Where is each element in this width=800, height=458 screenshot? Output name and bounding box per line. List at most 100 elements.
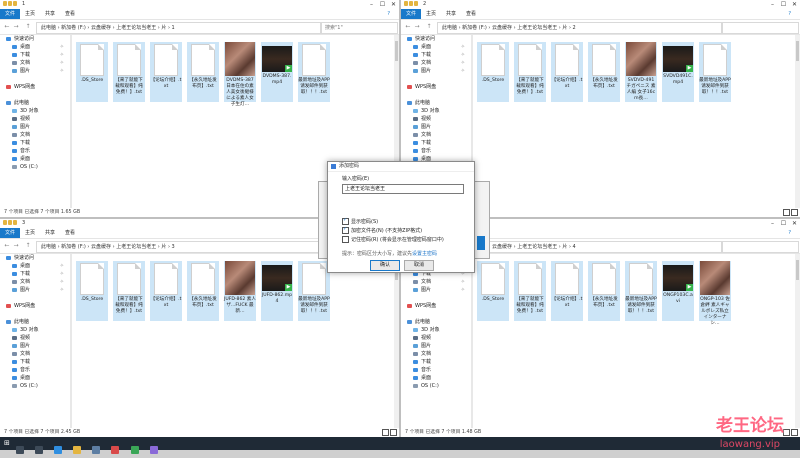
nav-item-2[interactable]: 下载 ✧ — [0, 270, 70, 278]
nav-item-13[interactable]: 下载 — [0, 139, 70, 147]
forward-arrow-icon[interactable]: → — [12, 22, 20, 32]
nav-item-8[interactable]: 此电脑 — [401, 99, 471, 107]
dialog-side-button[interactable] — [477, 236, 485, 250]
file-item[interactable]: SVDVD-491 チガペニス 素人編 女子16cm長… — [625, 42, 657, 102]
file-item[interactable]: 【论坛介绍】.txt — [150, 42, 182, 102]
nav-item-10[interactable]: 视频 — [401, 334, 471, 342]
nav-item-4[interactable]: 图片 ✧ — [401, 286, 471, 294]
set-master-password-link[interactable]: 设置主密码 — [412, 251, 437, 257]
nav-item-3[interactable]: 文档 ✧ — [401, 278, 471, 286]
nav-item-12[interactable]: 文档 — [0, 131, 70, 139]
details-view-icon[interactable] — [382, 429, 389, 436]
tab-2[interactable]: 共享 — [40, 9, 60, 19]
minimize-icon[interactable]: – — [767, 219, 778, 228]
tab-0[interactable]: 文件 — [0, 228, 21, 238]
folder-icon[interactable] — [13, 1, 17, 6]
nav-item-12[interactable]: 文档 — [0, 350, 70, 358]
minimize-icon[interactable]: – — [366, 0, 377, 9]
file-item[interactable]: .DS_Store — [76, 42, 108, 102]
minimize-icon[interactable]: – — [767, 0, 778, 9]
file-item[interactable]: ▶ SVDVD491C.mp4 — [662, 42, 694, 102]
cancel-button[interactable]: 取消 — [404, 260, 434, 271]
details-view-icon[interactable] — [783, 209, 790, 216]
nav-item-0[interactable]: 快速访问 — [401, 35, 471, 43]
nav-item-10[interactable]: 视频 — [0, 334, 70, 342]
address-bar[interactable]: 此电脑 › 新加卷 (F:) › 云盘缓存 › 上老王论坛当老王 › 片 › 1 — [36, 22, 321, 34]
nav-item-10[interactable]: 视频 — [401, 115, 471, 123]
file-item[interactable]: 【来了就能下载和观看】纯免费！】.txt — [514, 261, 546, 321]
file-item[interactable]: 最新地址及APP请发邮件到获取！！！.txt — [298, 261, 330, 321]
large-icons-view-icon[interactable] — [390, 429, 397, 436]
nav-item-12[interactable]: 文档 — [401, 131, 471, 139]
remember-password-checkbox[interactable]: 记住密码(R) (将会显示在管理密码窗口中) — [342, 236, 444, 243]
nav-item-4[interactable]: 图片 ✧ — [0, 67, 70, 75]
content-scrollbar[interactable] — [795, 254, 800, 428]
tab-0[interactable]: 文件 — [0, 9, 21, 19]
ok-button[interactable]: 确认 — [370, 260, 400, 271]
sidebar-scrollbar[interactable] — [70, 35, 72, 208]
close-icon[interactable]: ✕ — [388, 0, 399, 9]
nav-item-14[interactable]: 音乐 — [401, 366, 471, 374]
folder-icon[interactable] — [3, 220, 7, 225]
nav-item-4[interactable]: 图片 ✧ — [0, 286, 70, 294]
nav-item-1[interactable]: 桌面 ✧ — [401, 43, 471, 51]
nav-item-16[interactable]: OS (C:) — [0, 382, 70, 390]
back-arrow-icon[interactable]: ← — [3, 22, 11, 32]
maximize-icon[interactable]: ☐ — [778, 0, 789, 9]
tab-3[interactable]: 查看 — [60, 228, 80, 238]
search-input[interactable] — [722, 22, 799, 34]
nav-item-15[interactable]: 桌面 — [0, 155, 70, 163]
windows-start-icon[interactable]: ⊞ — [4, 440, 11, 447]
tab-3[interactable]: 查看 — [461, 9, 481, 19]
folder-icon[interactable] — [3, 1, 7, 6]
nav-item-1[interactable]: 桌面 ✧ — [0, 262, 70, 270]
file-item[interactable]: 【永久地址发布页】.txt — [588, 261, 620, 321]
nav-item-2[interactable]: 下载 ✧ — [0, 51, 70, 59]
file-item[interactable]: 【论坛介绍】.txt — [150, 261, 182, 321]
nav-item-13[interactable]: 下载 — [0, 358, 70, 366]
file-item[interactable]: ▶ ONGP103C.avi — [662, 261, 694, 321]
maximize-icon[interactable]: ☐ — [377, 0, 388, 9]
tab-2[interactable]: 共享 — [441, 9, 461, 19]
nav-item-16[interactable]: OS (C:) — [0, 163, 70, 171]
nav-item-2[interactable]: 下载 ✧ — [401, 51, 471, 59]
nav-item-14[interactable]: 音乐 — [0, 147, 70, 155]
close-icon[interactable]: ✕ — [789, 0, 800, 9]
nav-item-9[interactable]: 3D 对象 — [0, 107, 70, 115]
nav-item-8[interactable]: 此电脑 — [0, 318, 70, 326]
nav-item-9[interactable]: 3D 对象 — [401, 107, 471, 115]
nav-item-0[interactable]: 快速访问 — [0, 254, 70, 262]
file-item[interactable]: .DS_Store — [76, 261, 108, 321]
tab-1[interactable]: 主页 — [20, 228, 40, 238]
nav-item-3[interactable]: 文档 ✧ — [401, 59, 471, 67]
nav-item-9[interactable]: 3D 对象 — [0, 326, 70, 334]
file-item[interactable]: 【永久地址发布页】.txt — [187, 42, 219, 102]
back-arrow-icon[interactable]: ← — [3, 241, 11, 251]
file-item[interactable]: ONGP-103 佐倉絆 素人ギャルボレズ私立インターナシ… — [699, 261, 731, 326]
nav-item-13[interactable]: 下载 — [401, 358, 471, 366]
up-arrow-icon[interactable]: ↑ — [24, 241, 32, 251]
nav-item-4[interactable]: 图片 ✧ — [401, 67, 471, 75]
nav-item-14[interactable]: 音乐 — [0, 366, 70, 374]
nav-item-11[interactable]: 图片 — [401, 123, 471, 131]
forward-arrow-icon[interactable]: → — [12, 241, 20, 251]
nav-item-15[interactable]: 桌面 — [0, 374, 70, 382]
file-item[interactable]: 【论坛介绍】.txt — [551, 261, 583, 321]
nav-item-14[interactable]: 音乐 — [401, 147, 471, 155]
file-item[interactable]: 最新地址及APP请发邮件到获取！！！.txt — [298, 42, 330, 102]
up-arrow-icon[interactable]: ↑ — [425, 22, 433, 32]
file-item[interactable]: 最新地址及APP请发邮件到获取！！！.txt — [625, 261, 657, 321]
show-password-checkbox[interactable]: 显示密码(S) — [342, 217, 378, 225]
large-icons-view-icon[interactable] — [791, 429, 798, 436]
nav-item-10[interactable]: 视频 — [0, 115, 70, 123]
nav-item-6[interactable]: WPS网盘 — [0, 83, 70, 91]
nav-item-6[interactable]: WPS网盘 — [401, 302, 471, 310]
encrypt-filename-checkbox[interactable]: 加密文件名(N) (不支持ZIP格式) — [342, 226, 422, 234]
file-item[interactable]: 【永久地址发布页】.txt — [588, 42, 620, 102]
nav-item-15[interactable]: 桌面 — [401, 374, 471, 382]
password-input[interactable]: 上老王论坛当老王 — [342, 184, 464, 194]
file-item[interactable]: 【永久地址发布页】.txt — [187, 261, 219, 321]
tab-3[interactable]: 查看 — [60, 9, 80, 19]
file-item[interactable]: 【来了就能下载和观看】纯免费！】.txt — [113, 261, 145, 321]
details-view-icon[interactable] — [783, 429, 790, 436]
